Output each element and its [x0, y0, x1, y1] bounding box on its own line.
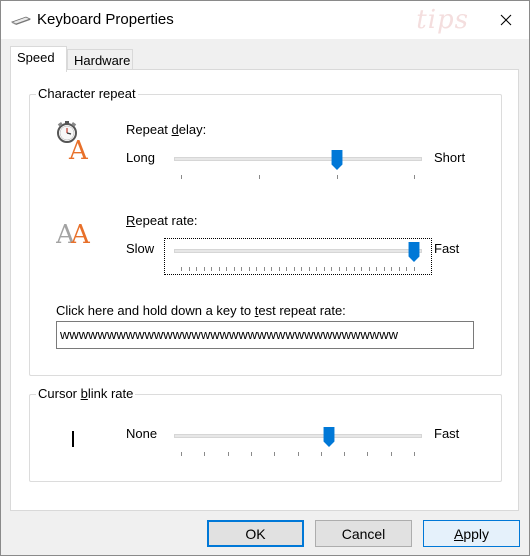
cursor-preview: [72, 431, 74, 447]
slider-tick: [248, 267, 250, 271]
apply-button[interactable]: Apply: [423, 520, 520, 547]
keyboard-icon: [10, 14, 32, 29]
slider-tick: [263, 267, 265, 271]
slider-tick: [406, 267, 408, 271]
repeat-rate-slider[interactable]: [171, 239, 426, 275]
test-repeat-label: Click here and hold down a key to test r…: [56, 303, 346, 318]
slider-tick: [297, 452, 299, 456]
slider-tick: [211, 267, 213, 271]
slider-tick: [256, 267, 258, 271]
repeat-delay-thumb[interactable]: [331, 150, 343, 170]
slider-tick: [316, 267, 318, 271]
tab-speed[interactable]: Speed: [10, 46, 67, 72]
svg-text:A: A: [68, 136, 89, 161]
slider-tick: [274, 452, 276, 456]
close-button[interactable]: [483, 1, 529, 39]
slider-tick: [233, 267, 235, 271]
slider-tick: [271, 267, 273, 271]
repeat-delay-tick: [181, 175, 182, 179]
slider-tick: [390, 452, 392, 456]
repeat-rate-icon: A A: [55, 213, 98, 250]
repeat-delay-short-label: Short: [434, 150, 466, 165]
blink-fast-label: Fast: [434, 426, 460, 441]
title-bar[interactable]: Keyboard Properties tips: [1, 1, 529, 39]
keyboard-properties-dialog: Keyboard Properties tips Speed Hardware …: [0, 0, 530, 556]
blink-none-label: None: [126, 426, 158, 441]
slider-tick: [241, 267, 243, 271]
slider-tick: [414, 267, 415, 271]
slider-tick: [250, 452, 252, 456]
repeat-rate-thumb[interactable]: [408, 242, 420, 262]
slider-tick: [344, 452, 346, 456]
slider-tick: [398, 267, 400, 271]
cursor-blink-track: [174, 434, 422, 438]
slider-tick: [383, 267, 385, 271]
repeat-delay-slider[interactable]: [171, 147, 426, 183]
slider-tick: [338, 267, 340, 271]
slider-tick: [320, 452, 322, 456]
slider-tick: [301, 267, 303, 271]
repeat-delay-track: [174, 157, 422, 161]
repeat-rate-fast-label: Fast: [434, 241, 460, 256]
test-repeat-input[interactable]: wwwwwwwwwwwwwwwwwwwwwwwwwwwwwwwwwwww: [56, 321, 474, 349]
repeat-delay-tick: [259, 175, 260, 179]
slider-tick: [414, 452, 415, 456]
slider-tick: [203, 267, 205, 271]
slider-tick: [353, 267, 355, 271]
cursor-blink-label: Cursor blink rate: [36, 386, 136, 401]
repeat-rate-track: [174, 249, 422, 253]
slider-tick: [204, 452, 206, 456]
slider-tick: [286, 267, 288, 271]
character-repeat-label: Character repeat: [36, 86, 138, 101]
slider-tick: [293, 267, 295, 271]
slider-tick: [391, 267, 393, 271]
slider-tick: [361, 267, 363, 271]
slider-tick: [227, 452, 229, 456]
slider-tick: [368, 267, 370, 271]
cancel-button[interactable]: Cancel: [315, 520, 412, 547]
slider-tick: [181, 452, 182, 456]
close-icon: [500, 14, 512, 26]
slider-tick: [376, 267, 378, 271]
slider-tick: [181, 267, 182, 271]
repeat-delay-icon: A: [55, 119, 97, 166]
slider-tick: [331, 267, 333, 271]
ok-button[interactable]: OK: [207, 520, 304, 547]
repeat-delay-long-label: Long: [126, 150, 155, 165]
slider-tick: [188, 267, 190, 271]
cursor-blink-slider[interactable]: [171, 424, 426, 460]
cursor-blink-thumb[interactable]: [323, 427, 335, 447]
slider-tick: [218, 267, 220, 271]
slider-tick: [278, 267, 280, 271]
window-title: Keyboard Properties: [37, 11, 174, 28]
repeat-delay-label: Repeat delay:: [126, 122, 207, 137]
slider-tick: [226, 267, 228, 271]
slider-tick: [308, 267, 310, 271]
repeat-delay-tick: [337, 175, 338, 179]
slider-tick: [367, 452, 369, 456]
svg-text:A: A: [70, 220, 91, 247]
slider-tick: [323, 267, 325, 271]
repeat-delay-tick: [414, 175, 415, 179]
repeat-rate-slow-label: Slow: [126, 241, 155, 256]
repeat-rate-label: Repeat rate:: [126, 213, 198, 228]
slider-tick: [346, 267, 348, 271]
watermark-logo: tips: [416, 5, 469, 35]
slider-tick: [196, 267, 198, 271]
